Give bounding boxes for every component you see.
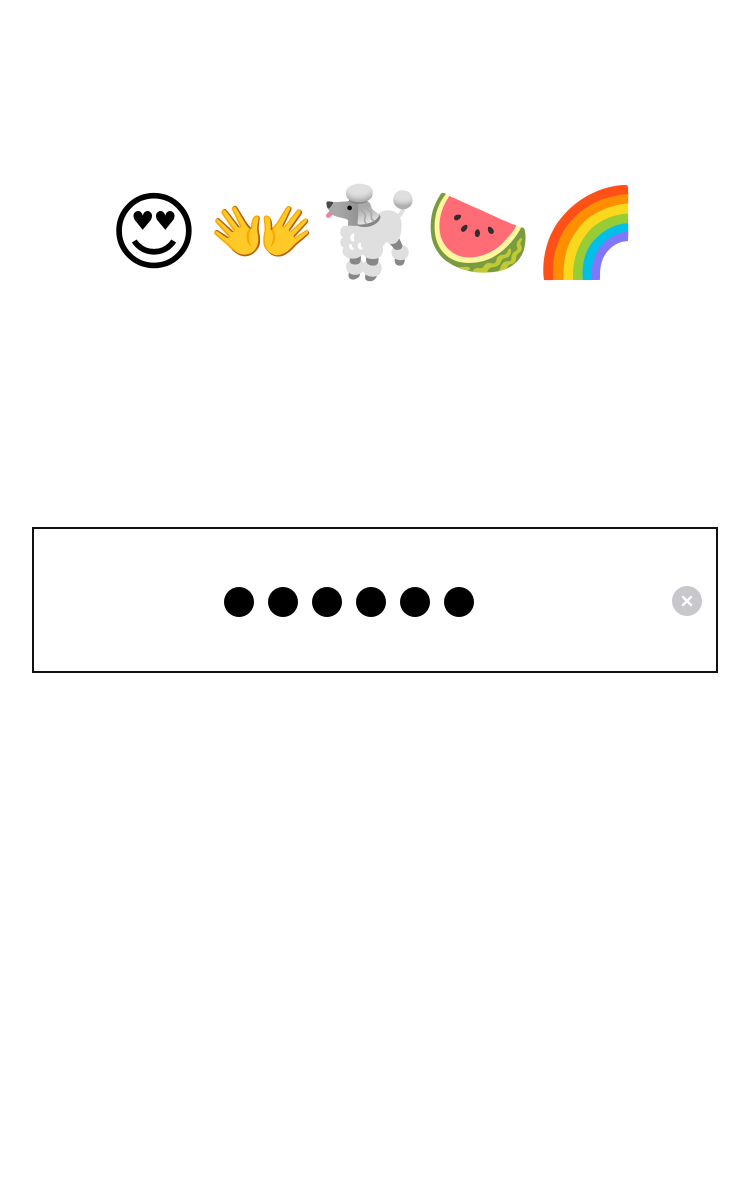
passcode-dots [224,586,474,618]
passcode-field[interactable] [32,527,718,673]
passcode-dot [400,587,430,617]
screen: 😍 👐 🐩 🍉 🌈 [0,0,750,1200]
smiling-face-with-heart-eyes-emoji: 😍 [109,183,199,283]
passcode-dot [268,587,298,617]
passcode-dot [444,587,474,617]
rainbow-emoji: 🌈 [532,183,640,283]
watermelon-emoji: 🍉 [424,183,532,283]
open-hands-emoji: 👐 [208,183,316,283]
poodle-emoji: 🐩 [316,183,424,283]
emoji-row: 😍 👐 🐩 🍉 🌈 [104,181,640,285]
passcode-dot [224,587,254,617]
passcode-dot [356,587,386,617]
clear-icon [681,595,693,607]
clear-button[interactable] [672,586,702,616]
passcode-dot [312,587,342,617]
